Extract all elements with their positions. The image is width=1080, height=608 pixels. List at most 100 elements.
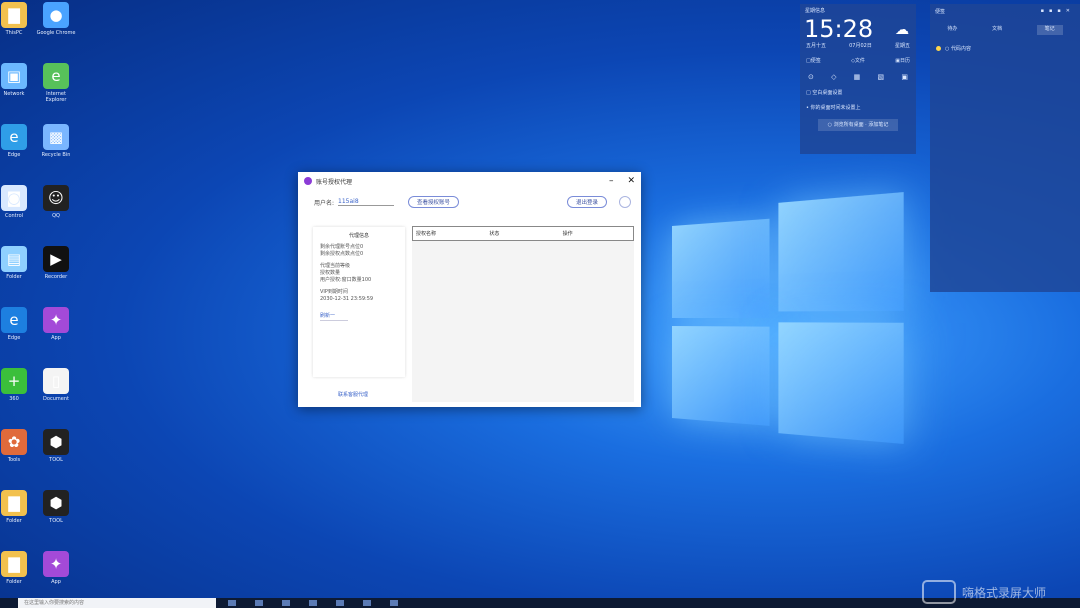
desktop-icon[interactable]: ▣ Network: [0, 63, 34, 103]
widget-line[interactable]: □ 空白桌面设置: [800, 89, 916, 96]
taskbar-app-icon[interactable]: [309, 600, 317, 606]
app-icon: ☺: [43, 185, 69, 211]
desktop-icon-label: Edge: [7, 335, 21, 341]
desktop-icon[interactable]: ▤ Folder: [0, 246, 34, 286]
tab-docs[interactable]: 文档: [992, 25, 1002, 35]
settings-icon[interactable]: [619, 196, 631, 208]
widget-action-button[interactable]: ○ 浏览所有桌面 · 添加笔记: [818, 119, 898, 131]
widget-menu-item[interactable]: □便签: [806, 57, 821, 64]
desktop-icon-label: Control: [4, 213, 24, 219]
desktop-icon[interactable]: e Edge: [0, 307, 34, 347]
tab-notes[interactable]: 笔记: [1036, 25, 1063, 35]
desktop-icon[interactable]: ▇ Folder: [0, 490, 34, 530]
desktop-icon[interactable]: ☺ QQ: [36, 185, 76, 225]
desktop-icon[interactable]: ✦ App: [36, 551, 76, 591]
camera-icon: [922, 580, 956, 604]
desktop-icon-label: ThisPC: [5, 30, 23, 36]
widget-menu-item[interactable]: ▣日历: [895, 57, 910, 64]
app-icon: ✦: [43, 307, 69, 333]
taskbar-app-icon[interactable]: [336, 600, 344, 606]
auth-table: 授权名称 状态 操作: [412, 226, 634, 402]
minimize-icon[interactable]: –: [609, 176, 614, 186]
desktop-icon[interactable]: ▩ Recycle Bin: [36, 124, 76, 164]
app-icon: ▶: [43, 246, 69, 272]
desktop-icon[interactable]: +360: [0, 368, 34, 408]
desktop-icon-label: Internet Explorer: [45, 91, 67, 103]
app-icon: ▩: [43, 124, 69, 150]
panel-controls[interactable]: ▪▪▪✕: [1041, 8, 1075, 15]
app-icon: ▇: [1, 2, 27, 28]
app-icon: ◙: [1, 185, 27, 211]
info-line: 用户授权:窗口数量100: [320, 277, 372, 283]
desktop-icon[interactable]: e Edge: [0, 124, 34, 164]
notes-panel[interactable]: 便签 ▪▪▪✕ 待办 文档 笔记 ○ 代码内容: [930, 4, 1080, 292]
table-header: 授权名称 状态 操作: [412, 226, 634, 241]
app-icon: ▇: [1, 551, 27, 577]
widget-line[interactable]: • 你的桌面时间未设置上: [800, 104, 916, 111]
username-label: 用户名:: [314, 199, 335, 207]
desktop-icon[interactable]: e Internet Explorer: [36, 63, 76, 103]
widget-tool-icon[interactable]: ▦: [854, 73, 861, 81]
username-value[interactable]: 115ai8: [338, 198, 395, 206]
logout-button[interactable]: 退出登录: [566, 196, 607, 208]
clock-widget[interactable]: 星期信息 15:28 ☁ 五月十五 07月02日 星期五 □便签 ◇文件 ▣日历…: [800, 4, 916, 154]
taskbar-app-icon[interactable]: [390, 600, 398, 606]
logo-pane: [672, 218, 770, 318]
col-header[interactable]: 状态: [486, 230, 559, 237]
agent-info-panel: 代理信息 剩余代理账号点位0 剩余授权点数点位0 代理当前等级 授权数量 用户授…: [313, 227, 405, 377]
col-header[interactable]: 授权名称: [413, 230, 486, 237]
logo-pane: [672, 326, 770, 426]
desktop-icon[interactable]: ◙ Control: [0, 185, 34, 225]
taskview-icon[interactable]: [228, 600, 236, 606]
taskbar-app-icon[interactable]: [363, 600, 371, 606]
desktop-icon-label: App: [51, 579, 61, 585]
view-auth-button[interactable]: 查看授权账号: [408, 196, 460, 208]
app-titlebar[interactable]: 账号授权代理 – ✕: [298, 172, 641, 190]
widget-menu-item[interactable]: ◇文件: [851, 57, 865, 64]
desktop-icon[interactable]: ✦ App: [36, 307, 76, 347]
app-icon: ▯: [43, 368, 69, 394]
app-icon: ⬢: [43, 490, 69, 516]
col-header[interactable]: 操作: [560, 230, 633, 237]
desktop-icon-label: Network: [3, 91, 25, 97]
desktop-icon-label: Folder: [6, 579, 22, 585]
desktop-icon[interactable]: ▯ Document: [36, 368, 76, 408]
refresh-link[interactable]: 刷新一: [320, 313, 348, 321]
app-icon: ▇: [1, 490, 27, 516]
app-icon: e: [1, 307, 27, 333]
desktop-icon-label: Edge: [7, 152, 21, 158]
notes-title: 便签: [935, 9, 946, 15]
desktop-icon[interactable]: ▇ Folder: [0, 551, 34, 591]
desktop-icon-label: 360: [9, 396, 19, 402]
taskbar-search-input[interactable]: 在这里输入你要搜索的内容: [18, 598, 216, 608]
desktop-icon[interactable]: ⬢ TOOL: [36, 429, 76, 469]
info-line: 授权数量: [320, 270, 341, 276]
tab-todo[interactable]: 待办: [947, 25, 957, 35]
watermark-text: 嗨格式录屏大师: [962, 585, 1047, 600]
info-line: VIP到期时间: [320, 289, 348, 295]
app-icon: ✿: [1, 429, 27, 455]
widget-tool-icon[interactable]: ⊙: [808, 73, 814, 81]
taskbar: 在这里输入你要搜索的内容: [0, 598, 1080, 608]
contact-support-link[interactable]: 联系客服代理: [338, 391, 368, 398]
desktop-icon[interactable]: ● Google Chrome: [36, 2, 76, 42]
widget-tool-icon[interactable]: ▣: [901, 73, 908, 81]
taskbar-app-icon[interactable]: [282, 600, 290, 606]
close-icon[interactable]: ✕: [627, 176, 635, 186]
desktop-icon[interactable]: ▶ Recorder: [36, 246, 76, 286]
app-logo-icon: [304, 177, 312, 185]
windows-logo: [672, 192, 904, 444]
desktop-icon[interactable]: ▇ ThisPC: [0, 2, 34, 42]
desktop-icon-label: Recycle Bin: [41, 152, 71, 158]
widget-tool-icon[interactable]: ▧: [878, 73, 885, 81]
widget-tool-icon[interactable]: ◇: [831, 73, 836, 81]
list-item[interactable]: ○ 代码内容: [936, 45, 1074, 52]
desktop-icon-label: App: [51, 335, 61, 341]
desktop-icon[interactable]: ✿ Tools: [0, 429, 34, 469]
note-label: ○ 代码内容: [945, 46, 971, 52]
desktop-icon[interactable]: ⬢ TOOL: [36, 490, 76, 530]
auth-app-window[interactable]: 账号授权代理 – ✕ 用户名: 115ai8 查看授权账号 退出登录 代理信息 …: [298, 172, 641, 407]
taskbar-app-icon[interactable]: [255, 600, 263, 606]
desktop-icons: ▇ ThisPC ● Google Chrome ▣ Network e Internet E…: [0, 0, 90, 600]
app-icon: e: [43, 63, 69, 89]
